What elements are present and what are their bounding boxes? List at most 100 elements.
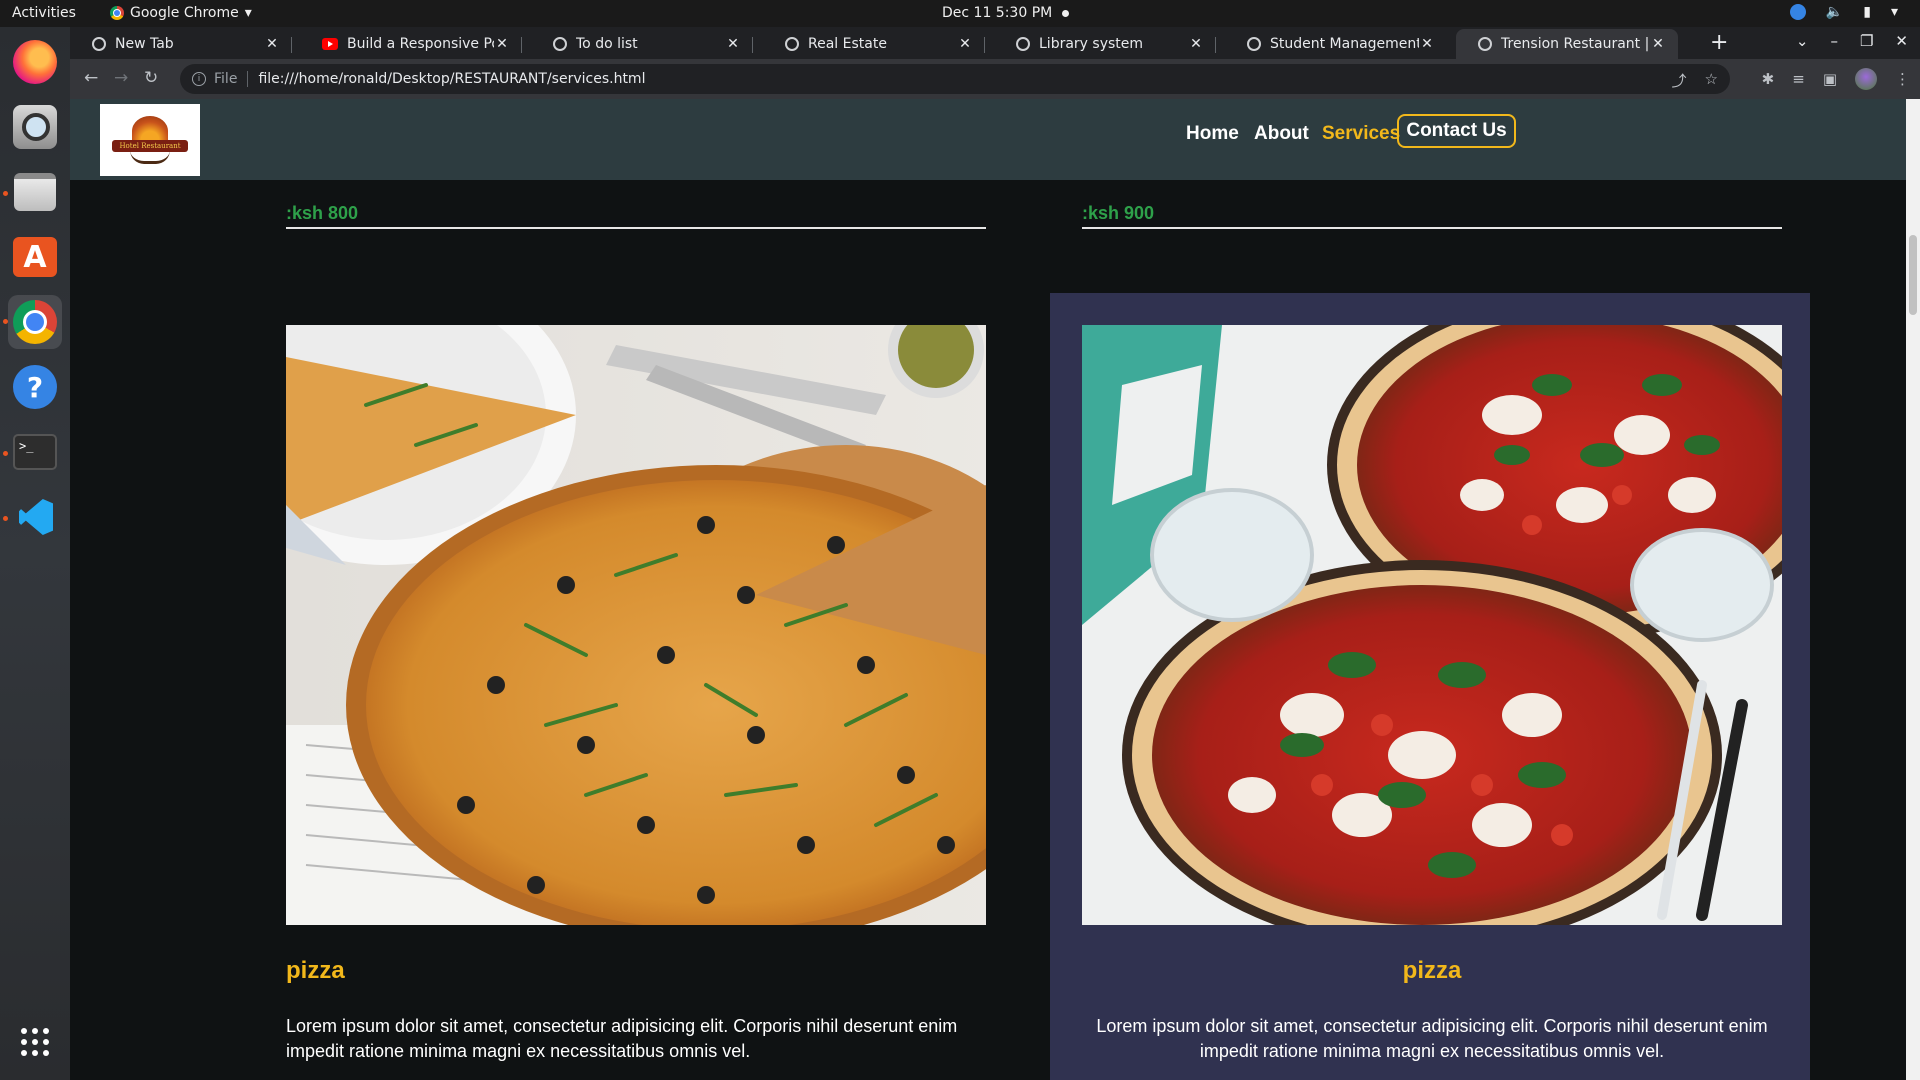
info-icon[interactable]: i [192,72,206,86]
nav-home[interactable]: Home [1186,123,1239,145]
tab-title: Trension Restaurant | se [1501,36,1650,52]
minimize-icon[interactable]: – [1830,32,1838,50]
restore-icon[interactable]: ❐ [1860,32,1873,50]
system-tray[interactable]: 🔈 ▮ ▾ [1789,4,1898,20]
tab-title: Real Estate [808,36,887,52]
dock-firefox[interactable] [8,35,62,89]
reading-list-icon[interactable]: ≡ [1792,70,1805,88]
youtube-icon [322,38,338,50]
dock-chrome[interactable] [8,295,62,349]
tab-title: New Tab [115,36,174,52]
software-center-icon: A [13,237,57,277]
reload-icon[interactable]: ↻ [144,68,158,88]
close-icon[interactable]: ✕ [1419,36,1435,52]
tab-portfolio[interactable]: Build a Responsive Portf ✕ [300,29,522,59]
window-controls: ⌄ – ❐ ✕ [1796,32,1908,50]
globe-icon [1247,37,1261,51]
dock-help[interactable]: ? [8,360,62,414]
scrollbar-thumb[interactable] [1909,235,1917,315]
notification-dot-icon [1062,10,1069,17]
nav-services[interactable]: Services [1322,123,1400,145]
close-icon[interactable]: ✕ [725,36,741,52]
tab-real-estate[interactable]: Real Estate ✕ [763,29,985,59]
volume-icon[interactable]: 🔈 [1826,4,1843,20]
side-panel-icon[interactable]: ▣ [1823,70,1837,88]
tab-strip: New Tab ✕ Build a Responsive Portf ✕ To … [70,27,1920,59]
divider [286,227,986,229]
toolbar-actions: ✱ ≡ ▣ ⋮ [1762,68,1910,90]
show-applications-icon[interactable] [21,1028,49,1056]
sync-icon[interactable] [1789,4,1806,20]
globe-icon [92,37,106,51]
forward-icon[interactable]: → [114,68,128,88]
nav-about[interactable]: About [1254,123,1309,145]
restaurant-emblem-icon: Hotel Restaurant [108,114,192,166]
dock-files[interactable] [8,165,62,219]
vscode-icon [13,495,57,539]
tab-title: Library system [1039,36,1144,52]
tab-library[interactable]: Library system ✕ [994,29,1216,59]
page-viewport: Hotel Restaurant Home About Services Con… [70,99,1920,1080]
scheme-label: File [214,71,238,87]
dock-terminal[interactable]: >_ [8,425,62,479]
item-description: Lorem ipsum dolor sit amet, consectetur … [1096,1016,1768,1061]
pizza-photo [1082,325,1782,925]
files-icon [14,173,56,211]
system-top-bar: Activities Google Chrome ▾ Dec 11 5:30 P… [0,0,1920,27]
tab-student-management[interactable]: Student Management Sy ✕ [1225,29,1447,59]
kebab-menu-icon[interactable]: ⋮ [1895,70,1910,88]
share-icon[interactable]: ⤴ [1672,70,1687,91]
close-icon[interactable]: ✕ [1650,36,1666,52]
firefox-icon [13,40,57,84]
bookmark-star-icon[interactable]: ☆ [1705,70,1718,91]
tab-todo[interactable]: To do list ✕ [531,29,753,59]
extensions-icon[interactable]: ✱ [1762,70,1775,88]
pizza-photo [286,325,986,925]
close-icon[interactable]: ✕ [264,36,280,52]
new-tab-button[interactable]: + [1710,30,1728,55]
address-bar[interactable]: i File file:///home/ronald/Desktop/RESTA… [180,64,1730,94]
item-name: pizza [286,957,345,984]
url-text[interactable]: file:///home/ronald/Desktop/RESTAURANT/s… [258,71,645,87]
site-navbar: Hotel Restaurant Home About Services Con… [70,99,1906,180]
dock-vscode[interactable] [8,490,62,544]
chrome-icon [110,6,124,20]
divider [1082,227,1782,229]
item-price: :ksh 900 [1082,203,1155,223]
item-name: pizza [1402,957,1462,984]
dock-search[interactable] [8,100,62,154]
app-menu[interactable]: Google Chrome ▾ [110,5,252,21]
globe-icon [553,37,567,51]
battery-icon[interactable]: ▮ [1863,4,1871,20]
tab-title: Student Management Sy [1270,36,1419,52]
chevron-down-icon[interactable]: ▾ [1891,4,1898,20]
globe-icon [1478,37,1492,51]
tab-title: Build a Responsive Portf [347,36,494,52]
dock: A ? >_ [0,27,70,1080]
site-logo[interactable]: Hotel Restaurant [100,104,200,176]
close-icon[interactable]: ✕ [1188,36,1204,52]
app-menu-label: Google Chrome [130,5,239,21]
tab-restaurant-active[interactable]: Trension Restaurant | se ✕ [1456,29,1678,59]
dock-software[interactable]: A [8,230,62,284]
profile-avatar[interactable] [1855,68,1877,90]
back-icon[interactable]: ← [84,68,98,88]
browser-toolbar: ← → ↻ i File file:///home/ronald/Desktop… [70,59,1920,99]
clock[interactable]: Dec 11 5:30 PM [942,5,1052,21]
item-description: Lorem ipsum dolor sit amet, consectetur … [286,1016,958,1061]
page-scrollbar[interactable] [1906,180,1920,1080]
magnifier-app-icon [13,105,57,149]
activities-button[interactable]: Activities [12,5,76,21]
tab-new-tab[interactable]: New Tab ✕ [70,29,292,59]
tab-search-icon[interactable]: ⌄ [1796,32,1809,50]
help-icon: ? [13,365,57,409]
terminal-icon: >_ [13,434,57,470]
item-price: :ksh 800 [286,203,359,223]
globe-icon [785,37,799,51]
chevron-down-icon: ▾ [244,5,252,21]
contact-us-button[interactable]: Contact Us [1397,114,1516,148]
close-window-icon[interactable]: ✕ [1895,32,1908,50]
chrome-icon [13,300,57,344]
close-icon[interactable]: ✕ [957,36,973,52]
close-icon[interactable]: ✕ [494,36,510,52]
